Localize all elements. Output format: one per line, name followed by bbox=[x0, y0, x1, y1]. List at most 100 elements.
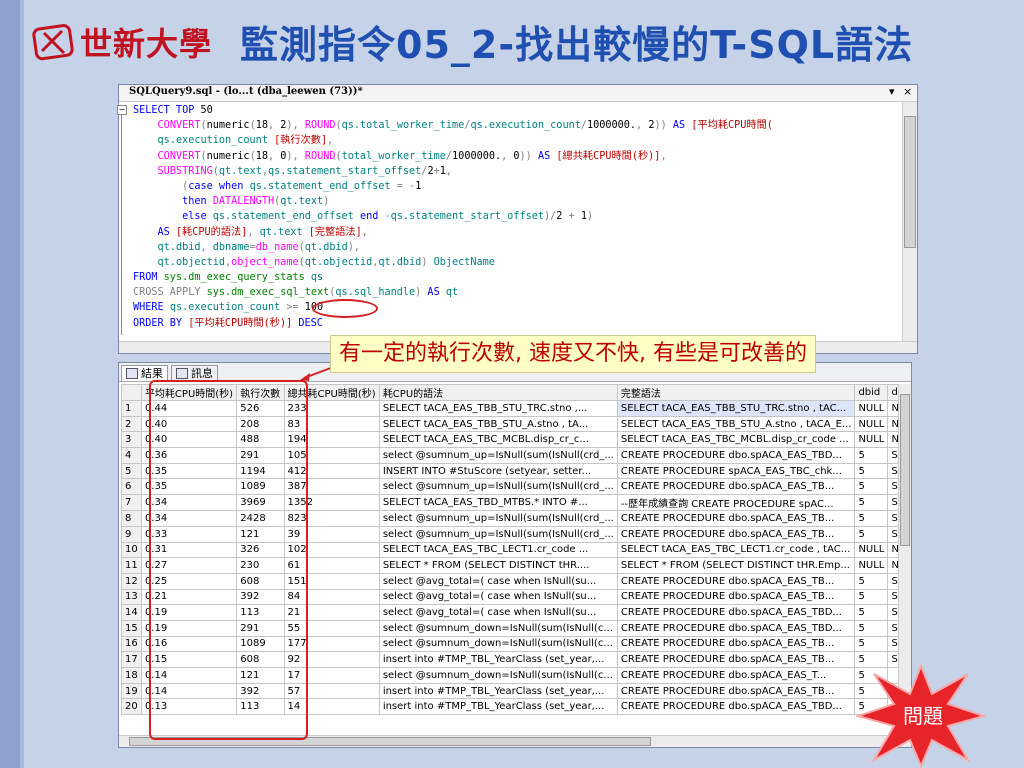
grid-cell[interactable]: 5 bbox=[854, 604, 889, 621]
code-line[interactable]: qt.dbid, dbname=db_name(qt.dbid), bbox=[133, 240, 901, 255]
grid-cell[interactable]: 177 bbox=[283, 635, 380, 653]
grid-cell[interactable]: CREATE PROCEDURE dbo.spACA_EAS_TB... bbox=[616, 651, 856, 668]
grid-cell[interactable]: SELECT tACA_EAS_TBC_LECT1.cr_code , tAC.… bbox=[616, 541, 856, 559]
table-row[interactable]: 9 0.33 121 39 select @sumnum_up=IsNull(sum(I… bbox=[121, 525, 911, 543]
row-number[interactable]: 14 bbox=[121, 604, 142, 621]
grid-cell[interactable]: SELECT tACA_EAS_TBB_STU_A.stno , tACA_E.… bbox=[616, 415, 856, 433]
grid-cell[interactable]: 151 bbox=[283, 572, 380, 590]
grid-cell[interactable]: NULL bbox=[854, 400, 889, 417]
table-row[interactable]: 17 0.15 608 92 insert into #TMP_TBL_YearClas… bbox=[121, 651, 911, 668]
grid-cell[interactable]: 102 bbox=[283, 541, 380, 559]
code-line[interactable]: CROSS APPLY sys.dm_exec_sql_text(qs.sql_… bbox=[133, 285, 901, 300]
grid-cell[interactable]: 39 bbox=[283, 525, 380, 543]
grid-cell[interactable]: select @avg_total=( case when IsNull(su.… bbox=[378, 588, 618, 606]
grid-cell[interactable]: 0.25 bbox=[140, 572, 238, 590]
grid-cell[interactable]: CREATE PROCEDURE dbo.spACA_EAS_TB... bbox=[616, 478, 856, 496]
table-row[interactable]: 1 0.44 526 233 SELECT tACA_EAS_TBB_STU_TRC.s… bbox=[121, 400, 911, 417]
row-number[interactable]: 4 bbox=[121, 447, 142, 464]
grid-cell[interactable]: 208 bbox=[236, 415, 285, 433]
grid-cell[interactable]: CREATE PROCEDURE dbo.spACA_EAS_TB... bbox=[616, 635, 856, 653]
grid-cell[interactable]: 57 bbox=[283, 682, 380, 700]
column-header[interactable]: 完整語法 bbox=[616, 384, 856, 401]
table-row[interactable]: 18 0.14 121 17 select @sumnum_down=IsNull(su… bbox=[121, 667, 911, 684]
grid-cell[interactable]: 105 bbox=[283, 447, 380, 464]
grid-cell[interactable]: CREATE PROCEDURE dbo.spACA_EAS_TBD... bbox=[616, 604, 856, 621]
grid-cell[interactable]: 0.15 bbox=[140, 651, 238, 668]
code-line[interactable]: CONVERT(numeric(18, 0), ROUND(total_work… bbox=[133, 149, 901, 164]
grid-cell[interactable]: 387 bbox=[283, 478, 380, 496]
grid-cell[interactable]: 326 bbox=[236, 541, 285, 559]
grid-cell[interactable]: 0.16 bbox=[140, 635, 238, 653]
results-grid[interactable]: 平均耗CPU時間(秒) 執行次數 總共耗CPU時間(秒) 耗CPU的語法 完整語法 dbi… bbox=[121, 384, 911, 716]
code-line[interactable]: then DATALENGTH(qt.text) bbox=[133, 194, 901, 209]
grid-cell[interactable]: 1089 bbox=[236, 635, 285, 653]
grid-cell[interactable]: select @sumnum_down=IsNull(sum(IsNull(c.… bbox=[378, 619, 618, 637]
grid-cell[interactable]: 121 bbox=[236, 667, 285, 684]
table-row[interactable]: 20 0.13 113 14 insert into #TMP_TBL_YearClas… bbox=[121, 698, 911, 716]
grid-cell[interactable]: SELECT tACA_EAS_TBC_MCBL.disp_cr_code ..… bbox=[616, 431, 856, 449]
row-number[interactable]: 19 bbox=[121, 682, 142, 700]
grid-cell[interactable]: SELECT * FROM (SELECT DISTINCT tHR.Emp..… bbox=[616, 557, 856, 574]
grid-cell[interactable]: select @sumnum_down=IsNull(sum(IsNull(c.… bbox=[378, 635, 618, 653]
table-row[interactable]: 7 0.34 3969 1352 SELECT tACA_EAS_TBD_MTBS.* … bbox=[121, 494, 911, 512]
row-number[interactable]: 5 bbox=[121, 462, 142, 480]
grid-cell[interactable]: SELECT tACA_EAS_TBB_STU_A.stno , tA... bbox=[378, 415, 618, 433]
grid-cell[interactable]: 0.31 bbox=[140, 541, 238, 559]
grid-cell[interactable]: INSERT INTO #StuScore (setyear, setter..… bbox=[378, 462, 618, 480]
grid-cell[interactable]: NULL bbox=[854, 431, 889, 449]
query-tab-name[interactable]: SQLQuery9.sql - (lo...t (dba_leewen (73)… bbox=[129, 86, 363, 97]
grid-cell[interactable]: select @sumnum_up=IsNull(sum(IsNull(crd_… bbox=[378, 447, 618, 464]
grid-cell[interactable]: 5 bbox=[854, 635, 889, 653]
row-number[interactable]: 18 bbox=[121, 667, 142, 684]
table-row[interactable]: 6 0.35 1089 387 select @sumnum_up=IsNull(sum… bbox=[121, 478, 911, 496]
grid-cell[interactable]: NULL bbox=[854, 541, 889, 559]
code-line[interactable]: else qs.statement_end_offset end -qs.sta… bbox=[133, 209, 901, 224]
code-line[interactable]: WHERE qs.execution_count >= 100 bbox=[133, 300, 901, 315]
grid-cell[interactable]: NULL bbox=[854, 557, 889, 574]
grid-cell[interactable]: 5 bbox=[854, 478, 889, 496]
collapse-icon[interactable]: − bbox=[117, 105, 127, 115]
grid-cell[interactable]: CREATE PROCEDURE dbo.spACA_EAS_TB... bbox=[616, 588, 856, 606]
grid-cell[interactable]: 5 bbox=[854, 619, 889, 637]
table-row[interactable]: 14 0.19 113 21 select @avg_total=( case when… bbox=[121, 604, 911, 621]
results-scroll-thumb[interactable] bbox=[900, 394, 910, 546]
grid-cell[interactable]: 291 bbox=[236, 447, 285, 464]
grid-cell[interactable]: 0.14 bbox=[140, 682, 238, 700]
grid-cell[interactable]: 0.13 bbox=[140, 698, 238, 716]
sql-code[interactable]: SELECT TOP 50 CONVERT(numeric(18, 2), RO… bbox=[133, 103, 901, 341]
row-number[interactable]: 20 bbox=[121, 698, 142, 716]
grid-cell[interactable]: 608 bbox=[236, 572, 285, 590]
code-line[interactable]: (case when qs.statement_end_offset = -1 bbox=[133, 179, 901, 194]
grid-cell[interactable]: 0.34 bbox=[140, 494, 238, 512]
table-row[interactable]: 10 0.31 326 102 SELECT tACA_EAS_TBC_LECT1.cr… bbox=[121, 541, 911, 559]
table-row[interactable]: 8 0.34 2428 823 select @sumnum_up=IsNull(sum… bbox=[121, 510, 911, 527]
grid-cell[interactable]: SELECT tACA_EAS_TBC_MCBL.disp_cr_c... bbox=[378, 431, 618, 449]
grid-cell[interactable]: NULL bbox=[854, 415, 889, 433]
grid-cell[interactable]: CREATE PROCEDURE dbo.spACA_EAS_TB... bbox=[616, 525, 856, 543]
grid-cell[interactable]: 0.27 bbox=[140, 557, 238, 574]
tab-results[interactable]: 結果 bbox=[121, 365, 168, 381]
results-horizontal-scrollbar[interactable] bbox=[119, 735, 911, 747]
grid-cell[interactable]: 488 bbox=[236, 431, 285, 449]
code-line[interactable]: AS [耗CPU的語法], qt.text [完整語法], bbox=[133, 225, 901, 240]
grid-cell[interactable]: CREATE PROCEDURE dbo.spACA_EAS_TBD... bbox=[616, 619, 856, 637]
grid-cell[interactable]: 84 bbox=[283, 588, 380, 606]
tab-messages[interactable]: 訊息 bbox=[171, 365, 218, 381]
grid-cell[interactable]: 1089 bbox=[236, 478, 285, 496]
row-number[interactable]: 10 bbox=[121, 541, 142, 559]
grid-cell[interactable]: 92 bbox=[283, 651, 380, 668]
grid-cell[interactable]: 1194 bbox=[236, 462, 285, 480]
grid-cell[interactable]: CREATE PROCEDURE dbo.spACA_EAS_TB... bbox=[616, 510, 856, 527]
grid-cell[interactable]: insert into #TMP_TBL_YearClass (set_year… bbox=[378, 698, 618, 716]
grid-cell[interactable]: CREATE PROCEDURE spACA_EAS_TBC_chk... bbox=[616, 462, 856, 480]
grid-cell[interactable]: 3969 bbox=[236, 494, 285, 512]
grid-cell[interactable]: 0.35 bbox=[140, 462, 238, 480]
table-row[interactable]: 2 0.40 208 83 SELECT tACA_EAS_TBB_STU_A.stno… bbox=[121, 415, 911, 433]
grid-cell[interactable]: insert into #TMP_TBL_YearClass (set_year… bbox=[378, 682, 618, 700]
column-header[interactable]: 耗CPU的語法 bbox=[378, 384, 618, 401]
row-number-header[interactable] bbox=[121, 384, 142, 401]
grid-cell[interactable]: 392 bbox=[236, 588, 285, 606]
grid-cell[interactable]: CREATE PROCEDURE dbo.spACA_EAS_T... bbox=[616, 667, 856, 684]
grid-cell[interactable]: CREATE PROCEDURE dbo.spACA_EAS_TB... bbox=[616, 572, 856, 590]
code-line[interactable]: SELECT TOP 50 bbox=[133, 103, 901, 118]
